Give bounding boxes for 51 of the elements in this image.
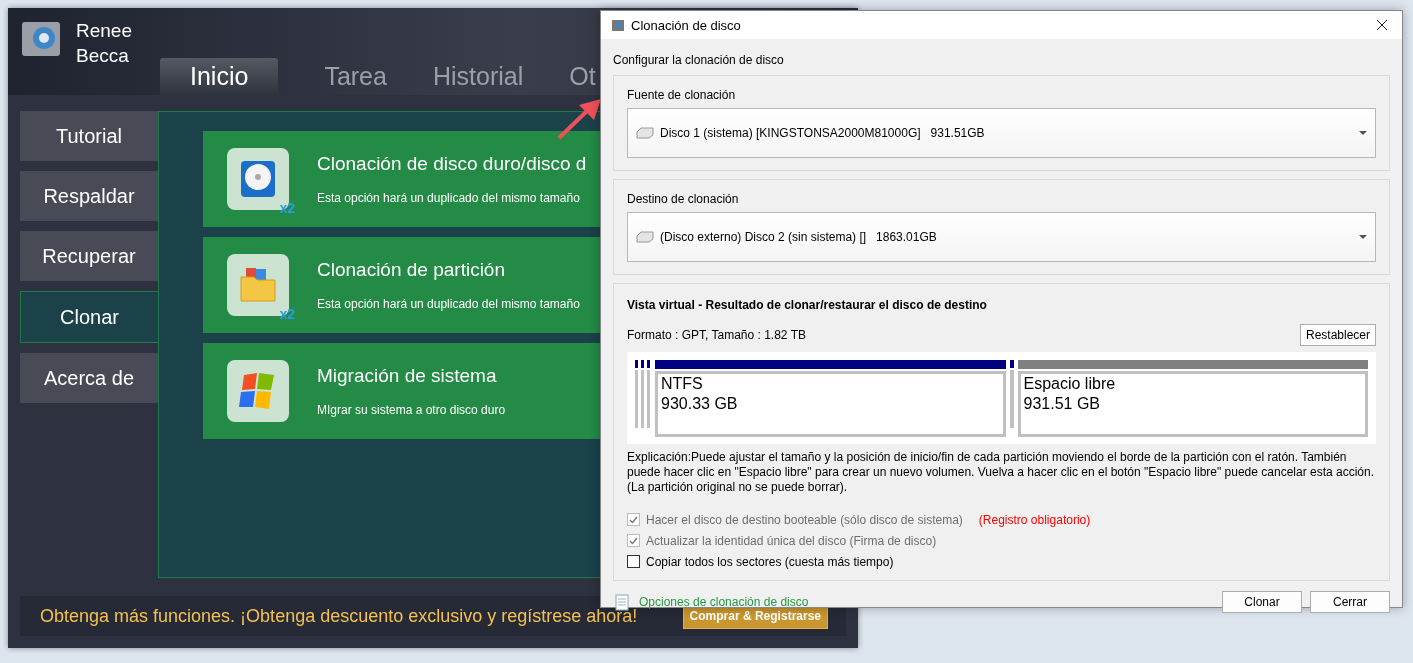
promo-text: Obtenga más funciones. ¡Obtenga descuento exclusivo y regístrese ahora! <box>40 605 638 627</box>
sidebar-item[interactable]: Clonar <box>20 291 158 343</box>
checkmark-icon <box>629 536 638 545</box>
disk-dropdown[interactable]: Disco 1 (sistema) [KINGSTONSA2000M81000G] 931.51GB <box>627 108 1376 158</box>
card-title: Clonación de partición <box>317 259 506 281</box>
card-description: MIgrar su sistema a otro disco duro <box>317 403 506 417</box>
card-title: Migración de sistema <box>317 365 498 387</box>
sidebar-item[interactable]: Respaldar <box>20 171 158 221</box>
partition-size: 930.33 GB <box>661 394 739 414</box>
dropdown-caret-icon <box>1359 131 1367 135</box>
folder-icon <box>238 265 278 305</box>
card-title: Clonación de disco duro/disco d <box>317 153 587 175</box>
nav-tab[interactable]: Ot <box>569 58 596 95</box>
nav-tab[interactable]: Historial <box>432 58 524 95</box>
dropdown-caret-icon <box>1359 235 1367 239</box>
card-description: Esta opción hará un duplicado del mismo tamaño <box>317 191 581 205</box>
nav-tab[interactable]: Inicio <box>160 58 279 95</box>
checkbox-label: Copiar todos los sectores (cuesta más tiempo) <box>646 554 894 569</box>
small-partitions-drawing <box>635 360 651 428</box>
partition-name: NTFS <box>661 374 704 394</box>
dialog-title: Clonación de disco <box>631 17 742 33</box>
sidebar-item[interactable]: Acerca de <box>20 353 158 403</box>
options-icon <box>613 593 631 611</box>
checkbox-label: Actualizar la identidad única del disco (Firma de disco) <box>646 533 937 548</box>
disk-drive-icon <box>636 231 654 243</box>
explanation-text: Explicación:Puede ajustar el tamaño y la posición de inicio/fin de cada partición moviendo el borde de la partición con el ratón. También puede hacer clic en "Espacio libre" para crear un nuevo volumen. Vuelva a hacer clic en el botón "Espacio libre" puede cancelar esta acción. (La partición original no se puede borrar). <box>627 450 1376 495</box>
reset-button[interactable]: Restablecer <box>1299 324 1376 346</box>
dialog-button[interactable]: Clonar <box>1222 591 1302 613</box>
partition-size: 931.51 GB <box>1023 394 1101 414</box>
checkbox[interactable] <box>627 555 640 568</box>
sidebar-item[interactable]: Tutorial <box>20 111 158 161</box>
partition-name: Espacio libre <box>1023 374 1117 394</box>
nav-tab[interactable]: Tarea <box>324 58 387 95</box>
close-icon <box>1376 19 1388 31</box>
badge-text: x2 <box>279 200 295 216</box>
checkbox-label: Hacer el disco de destino booteable (sólo disco de sistema) <box>646 512 963 527</box>
app-name: Renee Becca <box>76 19 133 68</box>
disk-dropdown[interactable]: (Disco externo) Disco 2 (sin sistema) [] 1863.01GB <box>627 212 1376 262</box>
checkmark-icon <box>629 515 638 524</box>
required-note: (Registro obligatorio) <box>978 512 1091 527</box>
group-label: Fuente de clonación <box>627 88 737 102</box>
card-description: Esta opción hará un duplicado del mismo tamaño <box>317 297 580 311</box>
dialog-button[interactable]: Cerrar <box>1310 591 1390 613</box>
app-icon <box>611 18 625 32</box>
annotation-arrow <box>556 98 602 140</box>
small-partition-drawing <box>1009 360 1014 428</box>
sidebar-item[interactable]: Recuperar <box>20 231 158 281</box>
group-label: Destino de clonación <box>627 192 740 206</box>
disk-drive-icon <box>636 127 654 139</box>
badge-text: x2 <box>279 306 295 322</box>
dialog-heading: Configurar la clonación de disco <box>613 53 785 67</box>
